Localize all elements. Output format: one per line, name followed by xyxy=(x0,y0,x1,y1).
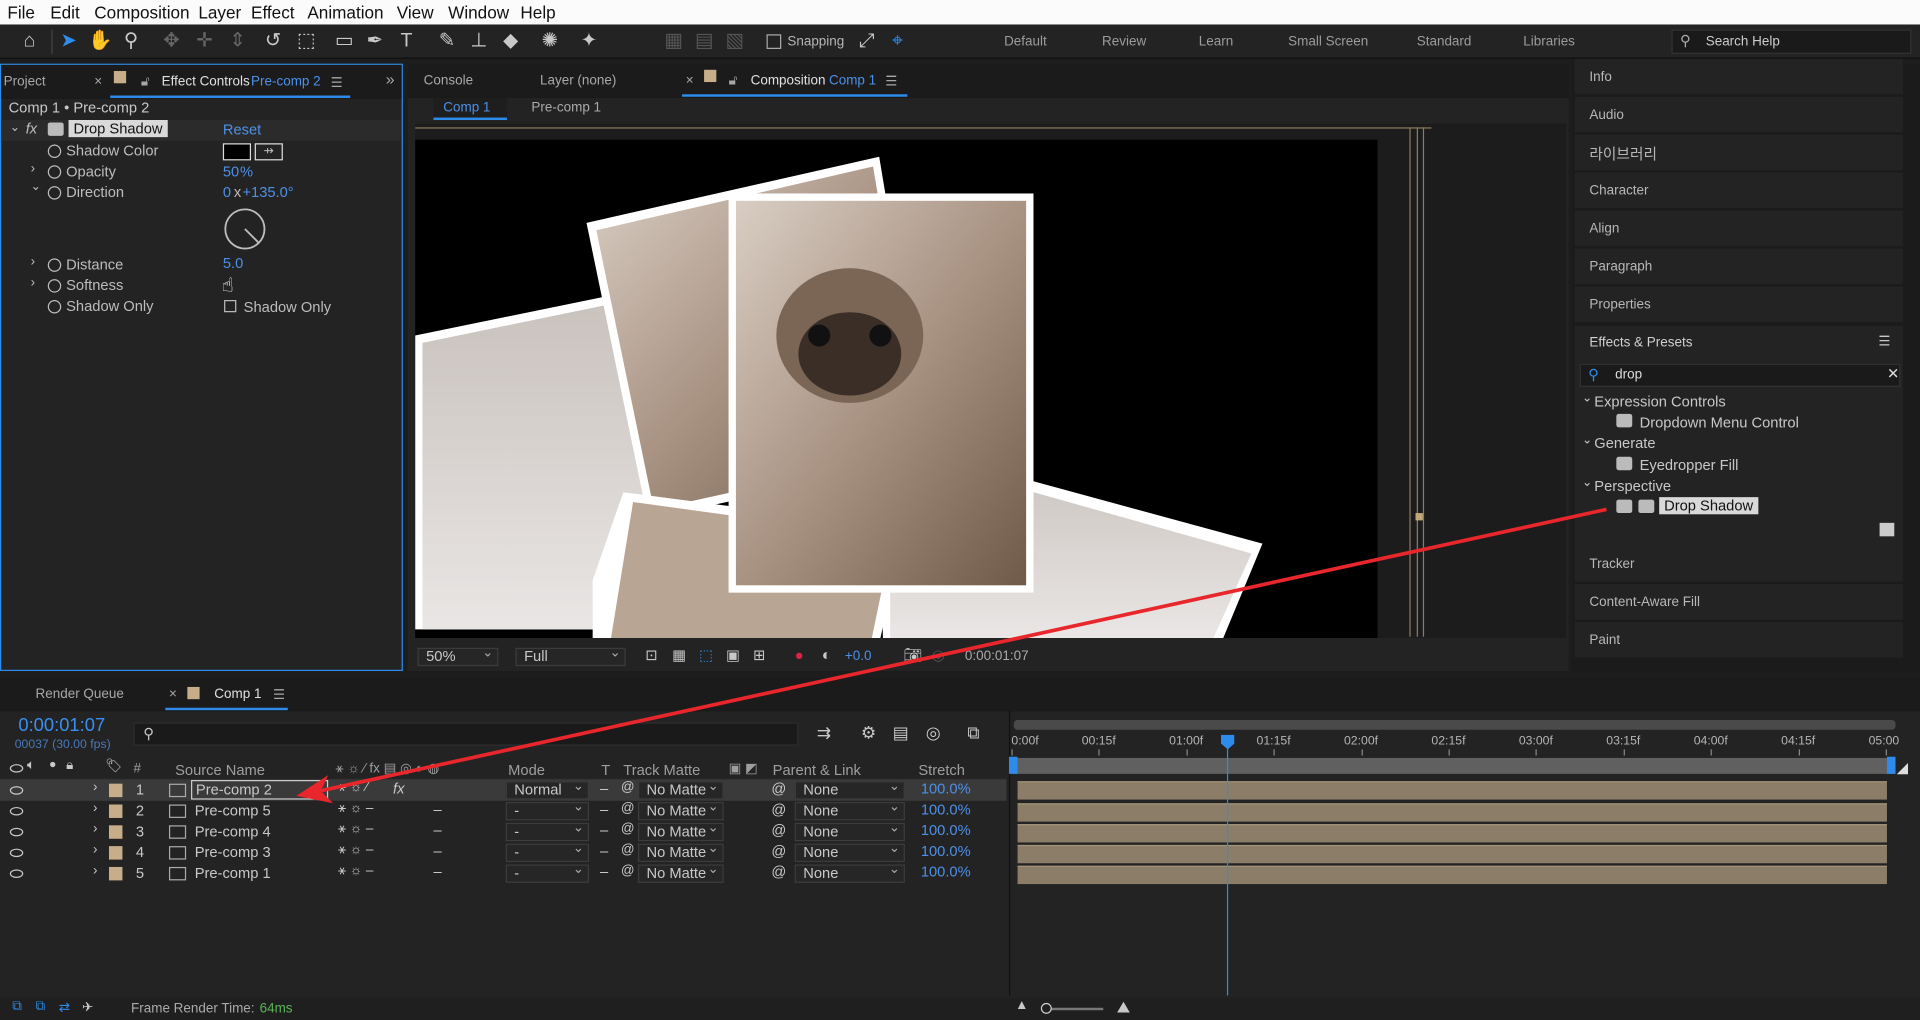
annotation-arrow xyxy=(296,507,1607,804)
